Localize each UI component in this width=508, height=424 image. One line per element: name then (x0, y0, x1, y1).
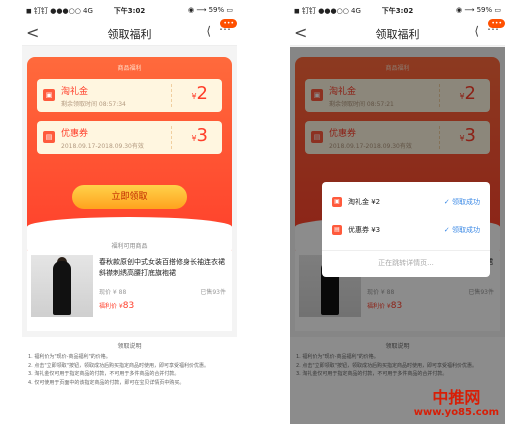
claim-success-status: ✓ 领取成功 (443, 198, 480, 206)
coupon-amount: ¥2 (191, 83, 208, 104)
coupon-name: 淘礼金 (61, 87, 89, 97)
claim-success-status: ✓ 领取成功 (443, 226, 480, 234)
coupon-name: 优惠券 (61, 129, 89, 139)
rules-section: 领取说明 1. 福利价为"现价-商品福利"的价格。 2. 点击"立即领取"按钮，… (22, 337, 237, 424)
watermark-url: www.yo85.com (413, 407, 499, 418)
rule-line: 3. 淘礼金仅可用于指定商品的付款，不可用于多件商品的合并付款。 (28, 371, 180, 377)
redirect-message: 正在跳转详情页... (378, 259, 434, 267)
current-price: 现价 ¥ 88 (99, 289, 127, 296)
rule-line: 1. 福利价为"现价-商品福利"的价格。 (28, 354, 111, 360)
page-title: 领取福利 (375, 28, 420, 41)
nav-bar: < 领取福利 ⟨ ⋯ ••• (22, 19, 237, 46)
ticket-icon: ▤ (332, 225, 342, 235)
dialog-item-name: 优惠券 ¥3 (348, 226, 381, 234)
status-bar: ◼ 钉钉 ●●●○○ 4G 下午3:02 ◉ ⟶ 59% ▭ (22, 0, 237, 20)
status-bar: ◼ 钉钉 ●●●○○ 4G 下午3:02 ◉ ⟶ 59% ▭ (290, 0, 505, 20)
rule-line: 4. 仅可使用于页面中的该指定商品的付款，即可在宝贝详情页中购买。 (28, 379, 185, 386)
dialog-divider (322, 250, 490, 251)
coupon-youhuiquan: ▤ 优惠券 2018.09.17-2018.09.30有效 ¥3 (37, 121, 222, 154)
divider (171, 126, 172, 149)
coupon-sub: 剩余领取时间 08:57:34 (61, 101, 126, 108)
page-title: 领取福利 (107, 28, 152, 41)
battery-indicator: ◉ ⟶ 59% ▭ (188, 6, 233, 14)
coupon-amount: ¥3 (191, 125, 208, 146)
model-dress (53, 261, 71, 315)
battery-indicator: ◉ ⟶ 59% ▭ (456, 6, 501, 14)
nav-bar: < 领取福利 ⟨ ⋯ ••• (290, 19, 505, 46)
watermark-logo: 中推网 (432, 388, 481, 407)
phone-right-screen: ◼ 钉钉 ●●●○○ 4G 下午3:02 ◉ ⟶ 59% ▭ < 领取福利 ⟨ … (290, 0, 505, 424)
gift-icon: ▣ (332, 197, 342, 207)
notification-badge: ••• (488, 19, 505, 28)
share-icon[interactable]: ⟨ (474, 24, 479, 38)
dialog-item-name: 淘礼金 ¥2 (348, 198, 381, 206)
product-title: 春秋款原创中式女装百搭修身长袖连衣裙斜襟刺绣高腰打底旗袍裙 (99, 258, 225, 277)
share-icon[interactable]: ⟨ (206, 24, 211, 38)
gift-icon: ▣ (43, 89, 55, 101)
rules-title: 领取说明 (117, 343, 142, 350)
notification-badge: ••• (220, 19, 237, 28)
claim-now-button[interactable]: 立即领取 (72, 185, 187, 209)
phone-left-screen: ◼ 钉钉 ●●●○○ 4G 下午3:02 ◉ ⟶ 59% ▭ < 领取福利 ⟨ … (22, 0, 237, 424)
dialog-row-taolijin: ▣ 淘礼金 ¥2 ✓ 领取成功 (332, 194, 480, 212)
coupon-taolijin: ▣ 淘礼金 剩余领取时间 08:57:34 ¥2 (37, 79, 222, 112)
product-thumbnail (31, 255, 93, 317)
claim-result-dialog: ▣ 淘礼金 ¥2 ✓ 领取成功 ▤ 优惠券 ¥3 ✓ 领取成功 正在跳转详情页.… (322, 182, 490, 277)
ticket-icon: ▤ (43, 131, 55, 143)
card-header: 商品福利 (117, 65, 142, 72)
benefit-card: 商品福利 ▣ 淘礼金 剩余领取时间 08:57:34 ¥2 ▤ 优惠券 2018… (27, 57, 232, 257)
more-icon[interactable]: ⋯ ••• (219, 19, 237, 36)
eligible-products-label: 福利可用商品 (111, 243, 148, 250)
main-content: 商品福利 ▣ 淘礼金 剩余领取时间 08:57:34 ¥2 ▤ 优惠券 2018… (22, 47, 237, 424)
benefit-price: 福利价 ¥83 (99, 301, 135, 311)
watermark: 中推网 www.yo85.com (413, 388, 499, 419)
product-item[interactable]: 春秋款原创中式女装百搭修身长袖连衣裙斜襟刺绣高腰打底旗袍裙 现价 ¥ 88 已售… (27, 251, 232, 331)
sold-count: 已售93件 (200, 289, 226, 296)
coupon-sub: 2018.09.17-2018.09.30有效 (61, 143, 144, 150)
more-icon[interactable]: ⋯ ••• (487, 19, 505, 36)
dialog-row-youhuiquan: ▤ 优惠券 ¥3 ✓ 领取成功 (332, 222, 480, 240)
rule-line: 2. 点击"立即领取"按钮，领取成功后购买指定商品时使用，即可享受福利价优惠。 (28, 362, 209, 369)
divider (171, 84, 172, 107)
